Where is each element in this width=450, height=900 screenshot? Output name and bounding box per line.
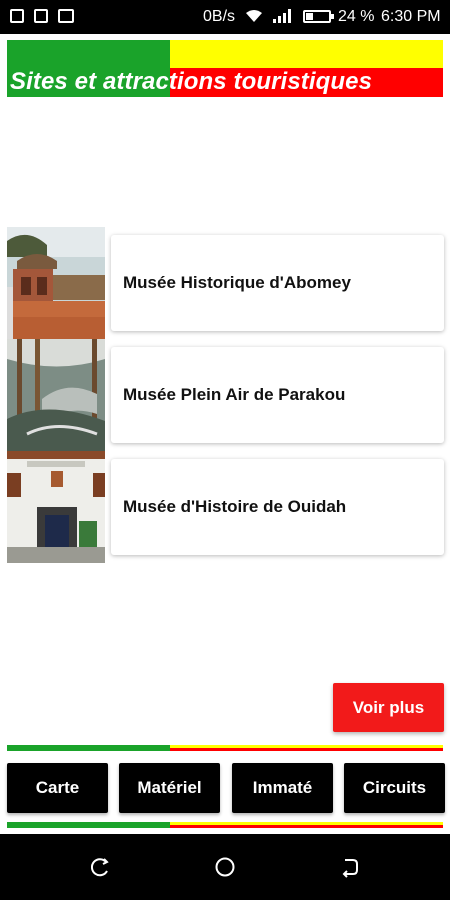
voir-plus-button[interactable]: Voir plus [333,683,444,732]
clock: 6:30 PM [381,8,441,25]
parakou-museum-thumbnail [7,339,105,451]
abomey-museum-thumbnail [7,227,105,339]
site-card[interactable]: Musée Plein Air de Parakou [111,347,444,443]
status-bar: 0B/s 24 % 6:30 PM [0,0,450,34]
battery-icon [303,10,334,23]
site-name: Musée Historique d'Abomey [123,273,351,292]
flag-yellow-block [170,40,443,68]
circuits-button[interactable]: Circuits [344,763,445,813]
immate-button[interactable]: Immaté [232,763,333,813]
site-name: Musée Plein Air de Parakou [123,385,346,404]
ouidah-museum-thumbnail [7,451,105,563]
phone-notification-icon [34,9,48,23]
site-card[interactable]: Musée d'Histoire de Ouidah [111,459,444,555]
site-name: Musée d'Histoire de Ouidah [123,497,347,516]
flag-stripe-bottom [7,822,443,828]
back-icon[interactable] [339,856,361,878]
screenshot-notification-icon [10,9,24,23]
flag-stripe-top [7,745,443,751]
materiel-button[interactable]: Matériel [119,763,220,813]
list-item[interactable]: Musée d'Histoire de Ouidah [7,451,445,563]
activity-notification-icon [58,9,74,23]
list-item[interactable]: Musée Historique d'Abomey [7,227,445,339]
header-banner: Sites et attractions touristiques [7,40,443,97]
signal-icon [273,9,291,23]
network-speed: 0B/s [203,8,236,25]
system-nav-bar [0,834,450,900]
page-title: Sites et attractions touristiques [10,68,373,95]
home-icon[interactable] [214,856,236,878]
list-item[interactable]: Musée Plein Air de Parakou [7,339,445,451]
recent-apps-icon[interactable] [89,856,111,878]
battery-level: 24 % [338,8,375,25]
wifi-icon [246,10,262,22]
site-card[interactable]: Musée Historique d'Abomey [111,235,444,331]
carte-button[interactable]: Carte [7,763,108,813]
